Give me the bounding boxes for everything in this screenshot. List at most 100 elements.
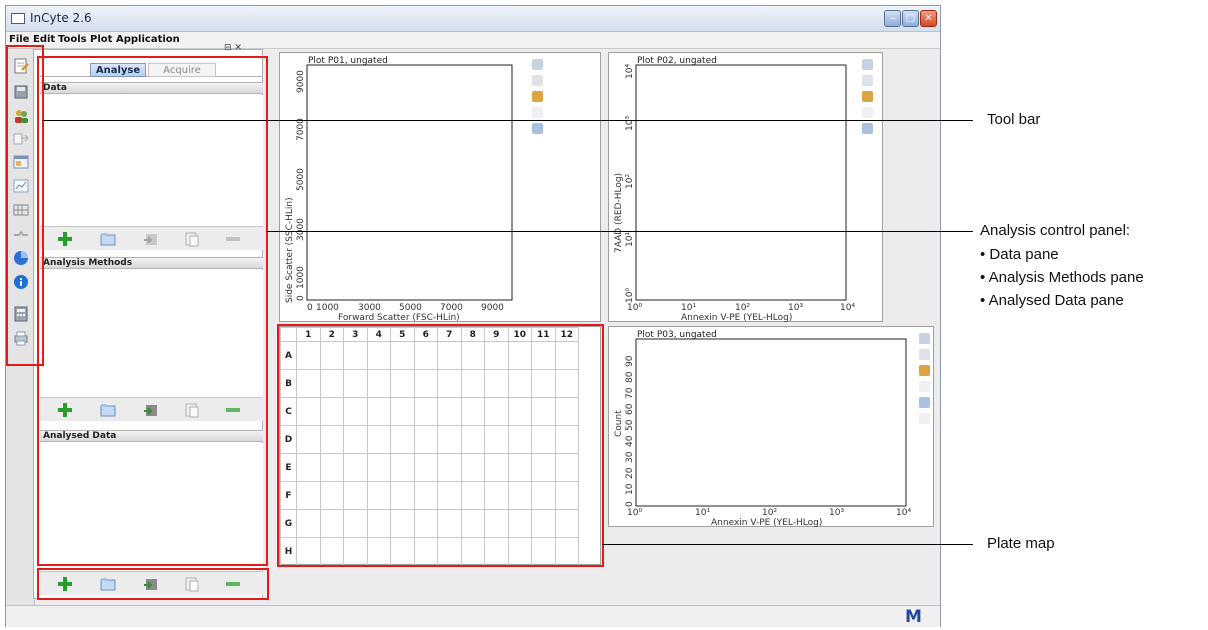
window-title: InCyte 2.6 [30, 11, 92, 25]
plot-p03-canvas: Plot P03, ungated 10⁰ 10¹ 10² 10³ 10⁴ 0 … [614, 330, 911, 528]
y-tick-label: 10⁰ [625, 288, 635, 303]
y-tick-label: 70 [625, 387, 635, 399]
x-tick-label: 10² [735, 303, 750, 313]
y-tick-label: 80 [625, 371, 635, 383]
y-tick-label: 10 [625, 483, 635, 495]
y-tick-label: 0 [296, 295, 306, 301]
x-tick-label: 0 [307, 303, 313, 313]
figure: InCyte 2.6 ‒ □ ✕ File Edit Tools Plot Ap… [0, 0, 1208, 630]
minimize-button[interactable]: ‒ [884, 10, 901, 27]
panel-float-close-icons[interactable]: ⊟ ✕ [224, 43, 242, 53]
maximize-button[interactable]: □ [902, 10, 919, 27]
zoom-icon[interactable] [532, 59, 543, 70]
y-tick-label: 0 [625, 501, 635, 507]
plot-p02-tools [862, 59, 874, 139]
plot-p03-tools [919, 333, 931, 429]
plot-area [635, 64, 847, 301]
toolbar-callout: Tool bar [987, 111, 1041, 128]
list-icon[interactable] [919, 413, 930, 424]
y-tick-label: 10² [625, 174, 635, 189]
panel-highlight [37, 56, 268, 566]
x-tick-label: 10¹ [695, 508, 710, 518]
plot-p02[interactable]: Plot P02, ungated 10⁰ 10¹ 10² 10³ 10⁴ 10… [608, 52, 883, 323]
y-tick-label: 3000 [296, 218, 306, 241]
window-icon[interactable] [919, 397, 930, 408]
panel-callout-item: • Data pane [980, 246, 1059, 263]
menu-tools[interactable]: Tools [58, 34, 87, 45]
x-tick-label: 10⁴ [840, 303, 855, 313]
plot-p01-canvas: Plot P01, ungated 0 1000 3000 5000 7000 … [285, 56, 513, 323]
printer-icon[interactable] [919, 349, 930, 360]
y-tick-label: 30 [625, 451, 635, 463]
x-tick-label: 5000 [399, 303, 422, 313]
panel-callout-item: • Analysed Data pane [980, 292, 1124, 309]
y-tick-label: 90 [625, 355, 635, 367]
y-tick-label: 10¹ [625, 232, 635, 247]
zoom-icon[interactable] [919, 333, 930, 344]
plate-callout-line [602, 544, 973, 545]
x-tick-label: 9000 [481, 303, 504, 313]
x-ticks: 10⁰ 10¹ 10² 10³ 10⁴ [627, 508, 911, 518]
plot-p03[interactable]: Plot P03, ungated 10⁰ 10¹ 10² 10³ 10⁴ 0 … [608, 326, 934, 528]
menu-bar: File Edit Tools Plot Application [6, 32, 940, 49]
y-tick-label: 5000 [296, 168, 306, 191]
y-ticks: 10⁰ 10¹ 10² 10³ 10⁴ [625, 64, 635, 303]
x-axis-label: Forward Scatter (FSC-HLin) [338, 313, 460, 323]
y-tick-label: 7000 [296, 118, 306, 141]
x-tick-label: 10³ [788, 303, 803, 313]
buttons-highlight [37, 568, 269, 600]
y-axis-label: Count [614, 410, 624, 437]
copy-icon[interactable] [862, 107, 873, 118]
x-axis-label: Annexin V-PE (YEL-HLog) [711, 518, 822, 528]
merck-logo: M [905, 607, 922, 627]
window-icon[interactable] [532, 123, 543, 134]
y-tick-label: 60 [625, 403, 635, 415]
y-tick-label: 1000 [296, 266, 306, 289]
y-ticks: 0 10 20 30 40 50 60 70 80 90 [625, 355, 635, 507]
plot-p02-canvas: Plot P02, ungated 10⁰ 10¹ 10² 10³ 10⁴ 10… [614, 56, 855, 323]
toolbar-callout-line [42, 120, 973, 121]
y-tick-label: 50 [625, 419, 635, 431]
x-ticks: 10⁰ 10¹ 10² 10³ 10⁴ [627, 303, 855, 313]
plate-highlight [277, 324, 604, 567]
plot-p01[interactable]: Plot P01, ungated 0 1000 3000 5000 7000 … [279, 52, 601, 323]
y-tick-label: 40 [625, 435, 635, 447]
copy-icon[interactable] [532, 107, 543, 118]
x-tick-label: 10⁰ [627, 508, 642, 518]
y-tick-label: 9000 [296, 70, 306, 93]
users-icon[interactable] [919, 365, 930, 376]
users-icon[interactable] [532, 91, 543, 102]
x-tick-label: 1000 [316, 303, 339, 313]
x-axis-label: Annexin V-PE (YEL-HLog) [681, 313, 792, 323]
menu-plot[interactable]: Plot [90, 34, 112, 45]
x-tick-label: 3000 [358, 303, 381, 313]
x-tick-label: 10³ [829, 508, 844, 518]
plot-area [306, 64, 513, 301]
title-bar: InCyte 2.6 ‒ □ ✕ [6, 6, 940, 32]
x-ticks: 0 1000 3000 5000 7000 9000 [307, 303, 504, 313]
copy-icon[interactable] [919, 381, 930, 392]
menu-edit[interactable]: Edit [33, 34, 55, 45]
y-tick-label: 20 [625, 467, 635, 479]
y-tick-label: 10⁴ [625, 64, 635, 79]
window-icon[interactable] [862, 123, 873, 134]
panel-callout-item: • Analysis Methods pane [980, 269, 1144, 286]
x-tick-label: 10¹ [681, 303, 696, 313]
plot-p01-tools [532, 59, 544, 139]
zoom-icon[interactable] [862, 59, 873, 70]
printer-icon[interactable] [862, 75, 873, 86]
y-tick-label: 10³ [625, 116, 635, 131]
close-button[interactable]: ✕ [920, 10, 937, 27]
app-icon [11, 13, 25, 24]
plate-callout: Plate map [987, 535, 1055, 552]
panel-callout-line [266, 231, 973, 232]
menu-application[interactable]: Application [116, 34, 180, 45]
x-tick-label: 10⁰ [627, 303, 642, 313]
x-tick-label: 10² [762, 508, 777, 518]
x-tick-label: 10⁴ [896, 508, 911, 518]
y-axis-label: Side Scatter (SSC-HLin) [285, 197, 295, 303]
printer-icon[interactable] [532, 75, 543, 86]
plot-area [635, 338, 907, 507]
users-icon[interactable] [862, 91, 873, 102]
menu-file[interactable]: File [9, 34, 29, 45]
